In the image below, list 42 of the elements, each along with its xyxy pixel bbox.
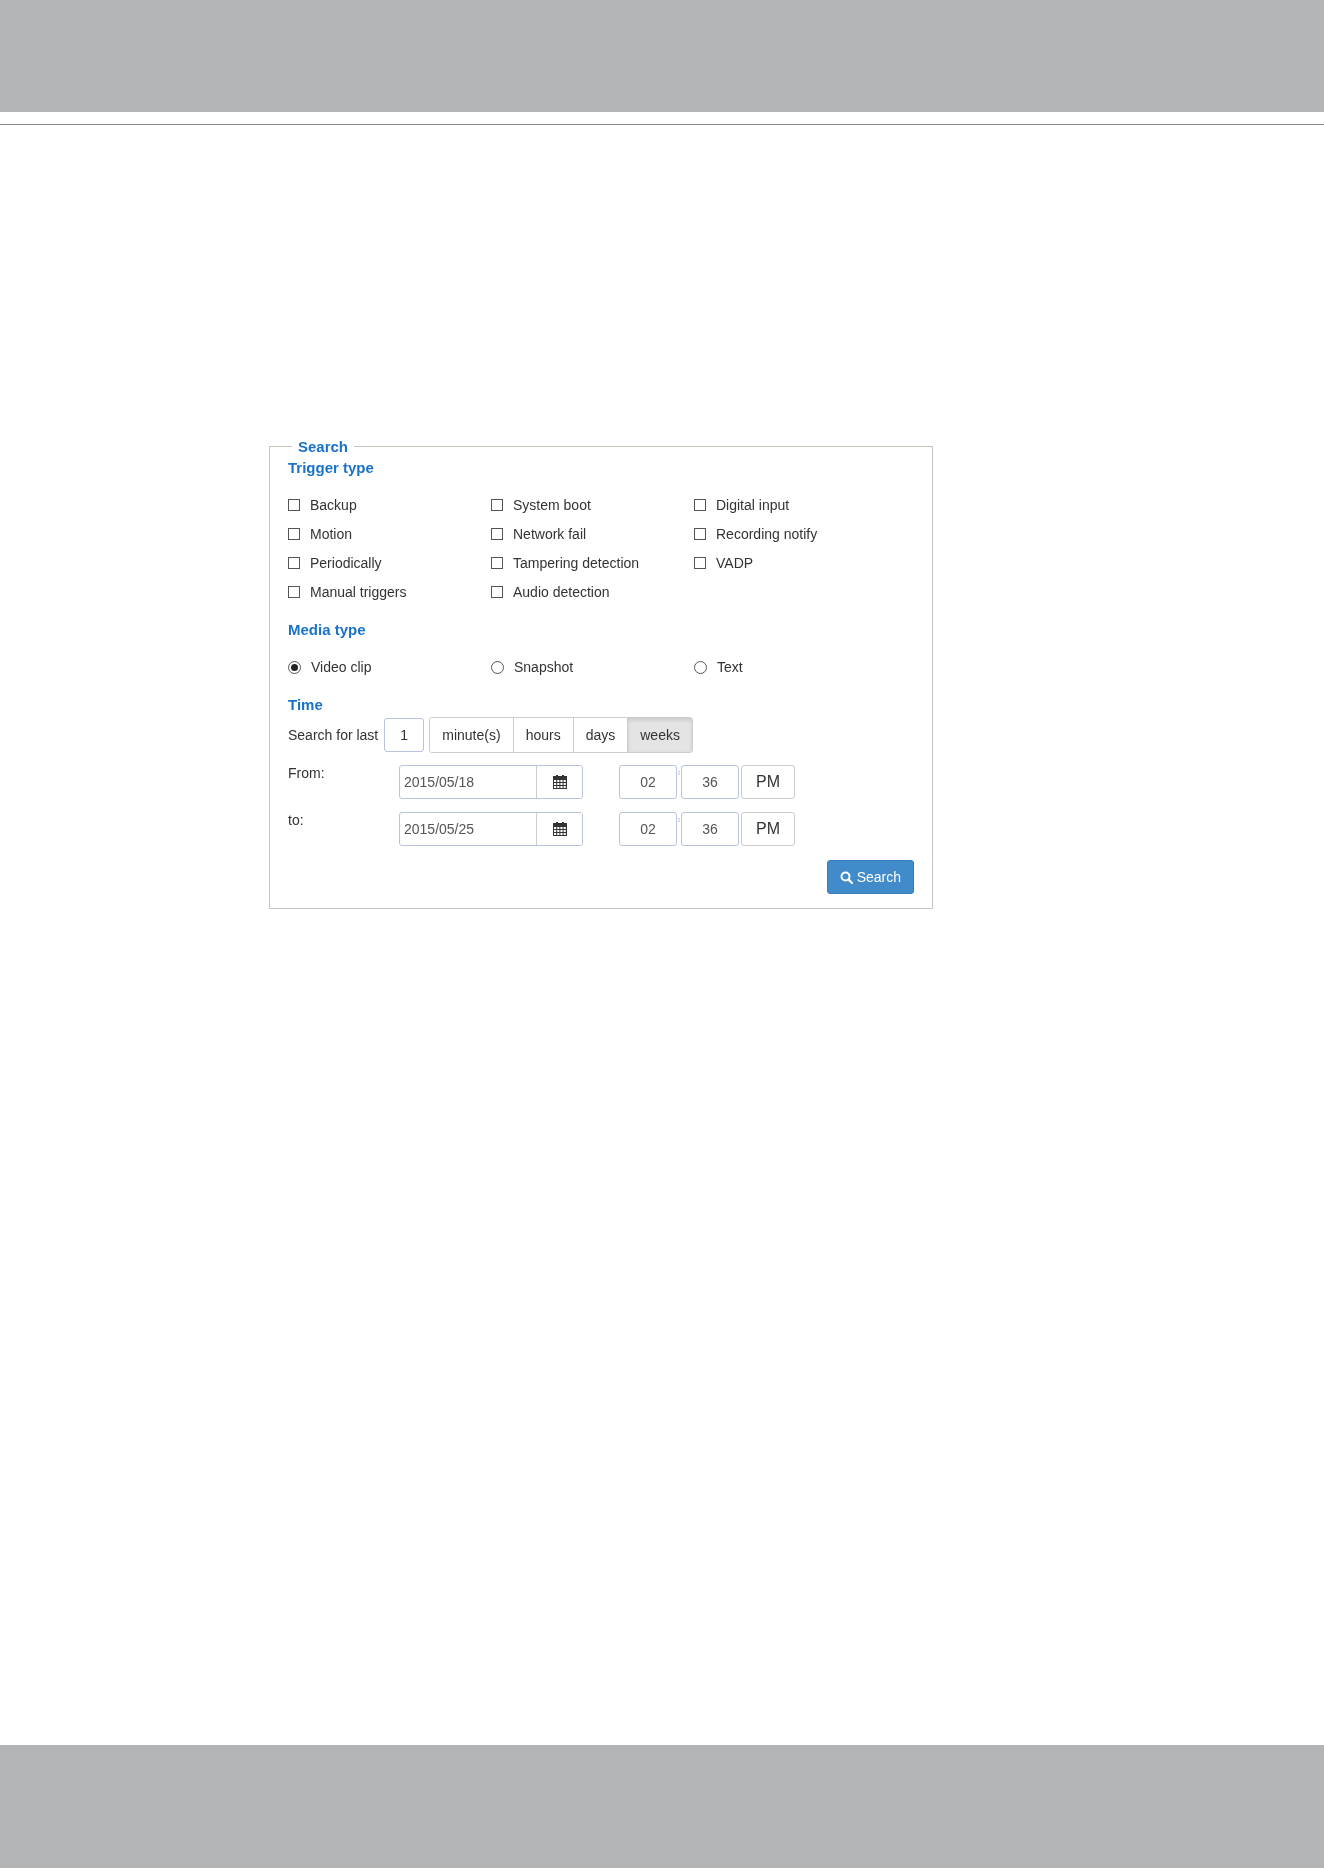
- ampm-button[interactable]: PM: [741, 812, 795, 846]
- ampm-button[interactable]: PM: [741, 765, 795, 799]
- section-heading: Time: [288, 696, 324, 713]
- field-label: From:: [288, 765, 326, 781]
- radio-label: Text: [717, 659, 743, 675]
- checkbox[interactable]: [694, 499, 706, 511]
- checkbox-label: Tampering detection: [513, 555, 640, 571]
- minute-field[interactable]: 36: [681, 812, 739, 846]
- radio-label: Snapshot: [514, 659, 574, 675]
- checkbox-label: Manual triggers: [310, 584, 407, 600]
- checkbox[interactable]: [491, 557, 503, 569]
- search-icon: [839, 870, 853, 884]
- checkbox[interactable]: [694, 528, 706, 540]
- checkbox[interactable]: [491, 528, 503, 540]
- unit-button[interactable]: weeks: [627, 718, 692, 752]
- radio-label: Video clip: [311, 659, 372, 675]
- checkbox-label: Backup: [310, 497, 357, 513]
- checkbox[interactable]: [694, 557, 706, 569]
- checkbox-label: Digital input: [716, 497, 790, 513]
- checkbox-label: Audio detection: [513, 584, 610, 600]
- hour-field[interactable]: 02: [619, 765, 677, 799]
- field-label: Search for last: [288, 727, 379, 743]
- checkbox-label: Periodically: [310, 555, 382, 571]
- checkbox[interactable]: [491, 586, 503, 598]
- checkbox[interactable]: [288, 557, 300, 569]
- count-field[interactable]: 1: [384, 718, 425, 752]
- checkbox-label: Motion: [310, 526, 353, 542]
- checkbox[interactable]: [288, 586, 300, 598]
- minute-field[interactable]: 36: [681, 765, 739, 799]
- section-heading: Media type: [288, 621, 367, 638]
- panel-title: Search: [297, 438, 350, 455]
- checkbox[interactable]: [288, 528, 300, 540]
- checkbox-label: System boot: [513, 497, 591, 513]
- checkbox-label: VADP: [716, 555, 754, 571]
- checkbox[interactable]: [288, 499, 300, 511]
- hour-field[interactable]: 02: [619, 812, 677, 846]
- search-button[interactable]: Search: [826, 860, 914, 894]
- section-heading: Trigger type: [288, 459, 375, 476]
- checkbox-label: Network fail: [513, 526, 587, 542]
- field-label: to:: [288, 812, 305, 828]
- checkbox-label: Recording notify: [716, 526, 818, 542]
- checkbox[interactable]: [491, 499, 503, 511]
